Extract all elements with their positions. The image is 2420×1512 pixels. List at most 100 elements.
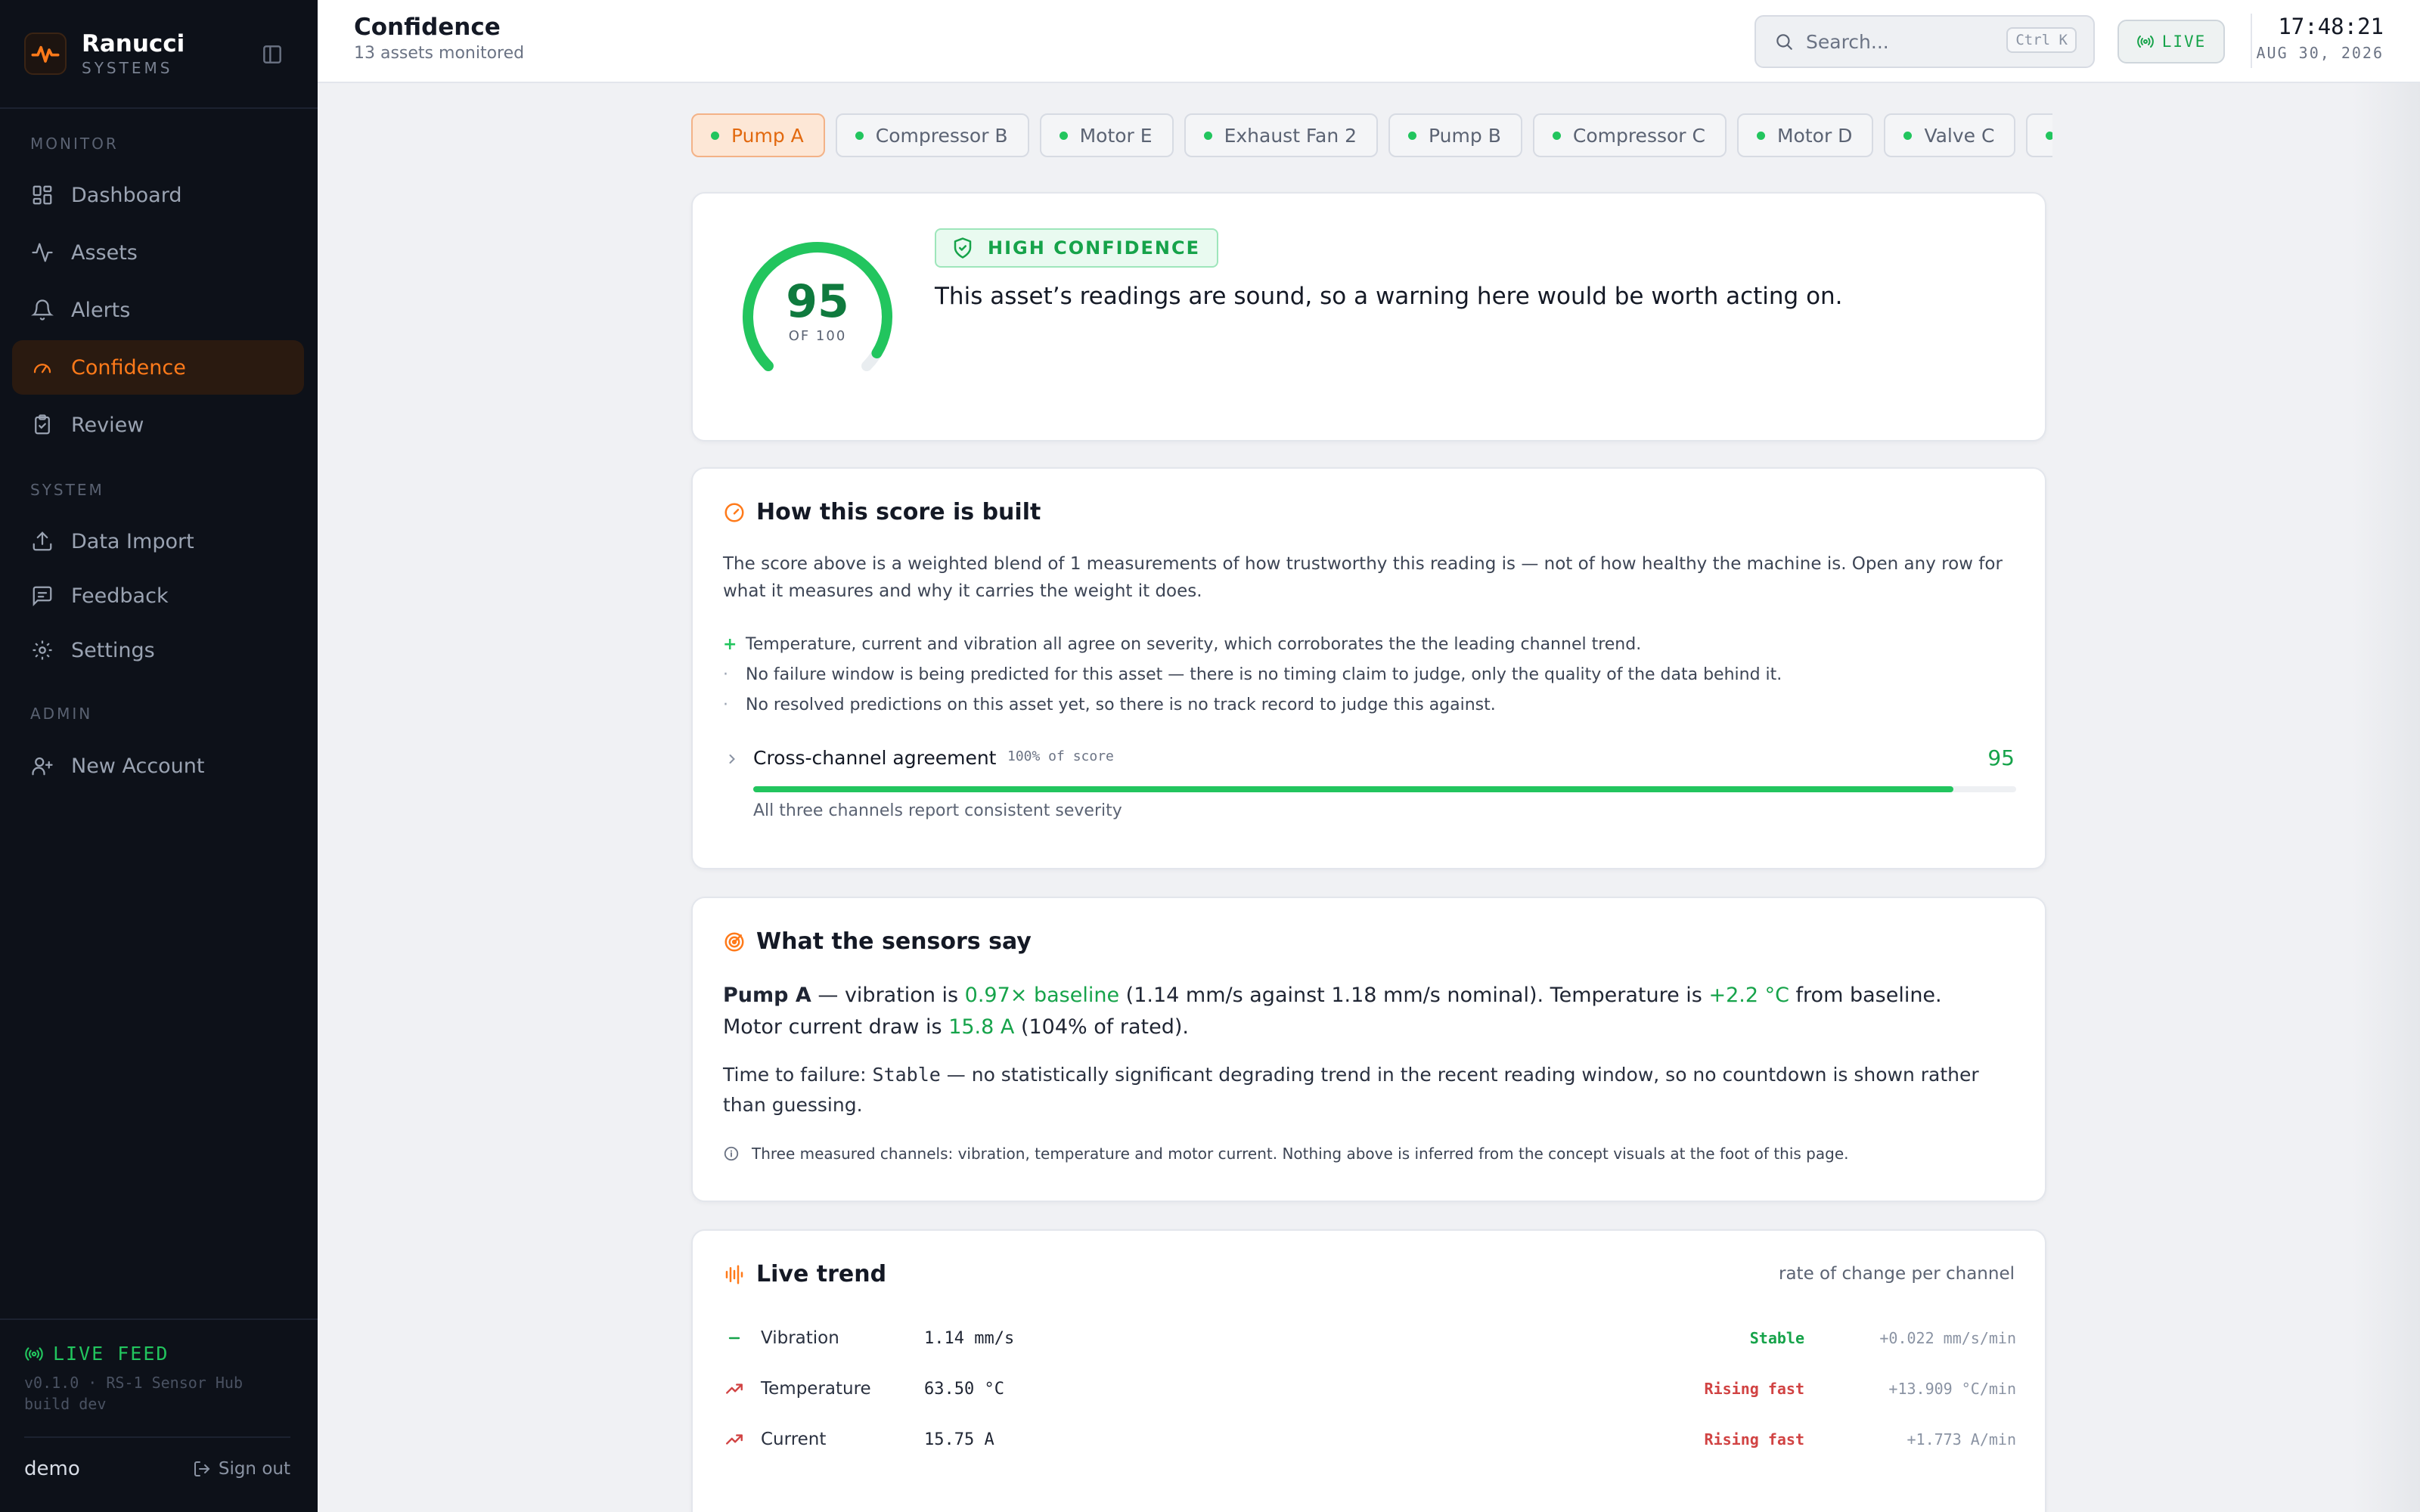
tab-compressor-c[interactable]: Compressor C — [1532, 113, 1727, 157]
page-subtitle: 13 assets monitored — [354, 44, 525, 63]
sidebar-item-confidence[interactable]: Confidence — [12, 340, 304, 395]
sidebar-item-data-import[interactable]: Data Import — [12, 514, 304, 569]
sidebar-item-label: Dashboard — [71, 183, 182, 207]
status-dot — [1059, 131, 1068, 140]
edge-fade — [2352, 83, 2420, 1512]
tab-motor-d[interactable]: Motor D — [1736, 113, 1874, 157]
trending-up-icon — [723, 1377, 746, 1400]
user-plus-icon — [30, 754, 54, 778]
brand-subtitle: SYSTEMS — [82, 59, 173, 77]
status-dot — [855, 131, 864, 140]
tab-exhaust-fan-2[interactable]: Exhaust Fan 2 — [1184, 113, 1379, 157]
pulse-logo-icon — [24, 33, 67, 75]
score-breakdown-card: How this score is built The score above … — [691, 467, 2046, 869]
score-card: 95 OF 100 HIGH CONFIDENCE This asset’s r… — [691, 192, 2046, 442]
trend-rate: +0.022 mm/s/min — [1879, 1329, 2016, 1347]
bullet-text: No resolved predictions on this asset ye… — [746, 695, 1496, 714]
status-dot — [2046, 131, 2052, 140]
tab-compressor-b[interactable]: Compressor B — [835, 113, 1029, 157]
factor-bar — [753, 786, 2016, 792]
score-of-label: OF 100 — [788, 328, 847, 344]
live-feed-label: LIVE FEED — [53, 1343, 169, 1365]
dashboard-icon — [30, 183, 54, 207]
section-label-monitor: MONITOR — [30, 135, 119, 153]
tab-label: Valve C — [1924, 124, 1995, 147]
waveform-icon — [725, 1265, 743, 1284]
sidebar-item-settings[interactable]: Settings — [12, 623, 304, 677]
trend-row: Vibration 1.14 mm/s Stable +0.022 mm/s/m… — [723, 1323, 2016, 1353]
trend-value: 1.14 mm/s — [924, 1328, 1015, 1348]
summary-text: (1.14 mm/s against 1.18 mm/s nominal). T… — [1119, 984, 1709, 1007]
list-item: + Temperature, current and vibration all … — [723, 629, 2016, 659]
search-shortcut: Ctrl K — [2006, 27, 2077, 53]
asset-name: Pump A — [723, 984, 811, 1007]
search-input[interactable]: Search... Ctrl K — [1754, 15, 2095, 68]
status-dot — [1756, 131, 1765, 140]
vibration-ratio: 0.97× baseline — [964, 984, 1120, 1007]
dot-icon: · — [723, 695, 728, 714]
logout-icon — [194, 1461, 210, 1476]
sidebar-item-assets[interactable]: Assets — [12, 225, 304, 280]
brand-name: Ranucci — [82, 30, 185, 57]
info-note: Three measured channels: vibration, temp… — [723, 1145, 1848, 1163]
sign-out-button[interactable]: Sign out — [193, 1459, 290, 1479]
temperature-delta: +2.2 °C — [1708, 984, 1789, 1007]
sensors-card: What the sensors say Pump A — vibration … — [691, 897, 2046, 1202]
header-divider — [2251, 14, 2252, 68]
sidebar-item-dashboard[interactable]: Dashboard — [12, 168, 304, 222]
gauge-icon — [724, 503, 744, 522]
status-dot — [1408, 131, 1417, 140]
info-note-text: Three measured channels: vibration, temp… — [752, 1145, 1849, 1163]
trend-row: Current 15.75 A Rising fast +1.773 A/min — [723, 1424, 2016, 1455]
live-badge: LIVE — [2118, 20, 2225, 64]
asset-tabs: Pump A Compressor B Motor E Exhaust Fan 2 Pu… — [691, 113, 2052, 160]
summary-text: (104% of rated). — [1014, 1015, 1189, 1039]
sign-out-label: Sign out — [218, 1459, 290, 1479]
tab-label: Pump A — [731, 124, 804, 147]
list-item: · No failure window is being predicted fo… — [723, 659, 2016, 689]
trend-caption: rate of change per channel — [1779, 1264, 2015, 1284]
sidebar-item-label: Data Import — [71, 529, 194, 553]
info-icon — [724, 1146, 739, 1161]
clock-time: 17:48:21 — [2278, 14, 2384, 39]
ttf-value: Stable — [872, 1064, 941, 1086]
bullet-text: No failure window is being predicted for… — [746, 665, 1782, 684]
sidebar-item-label: Confidence — [71, 355, 186, 380]
dot-icon: · — [723, 665, 728, 684]
clock-date: AUG 30, 2026 — [2256, 44, 2384, 62]
status-dot — [1903, 131, 1913, 140]
live-feed-indicator: LIVE FEED — [24, 1343, 293, 1365]
trend-rate: +13.909 °C/min — [1888, 1380, 2016, 1398]
brand: Ranucci SYSTEMS — [0, 0, 318, 109]
sidebar-item-new-account[interactable]: New Account — [12, 739, 304, 793]
search-icon — [1776, 34, 1792, 50]
page-title: Confidence — [354, 14, 501, 41]
card-title: How this score is built — [756, 499, 1041, 525]
plus-icon: + — [723, 634, 737, 654]
factor-bar-fill — [753, 786, 1953, 792]
clipboard-check-icon — [30, 413, 54, 437]
tab-pump-a[interactable]: Pump A — [691, 113, 825, 157]
live-trend-card: Live trend rate of change per channel Vi… — [691, 1229, 2046, 1512]
factor-name[interactable]: Cross-channel agreement — [753, 747, 996, 769]
tab-label: Pump B — [1429, 124, 1501, 147]
tab-overflow[interactable]: V — [2026, 113, 2052, 157]
badge-label: HIGH CONFIDENCE — [988, 237, 1200, 259]
sidebar-item-label: Settings — [71, 638, 155, 662]
tab-motor-e[interactable]: Motor E — [1039, 113, 1174, 157]
sidebar-item-alerts[interactable]: Alerts — [12, 283, 304, 337]
tab-valve-c[interactable]: Valve C — [1884, 113, 2016, 157]
trend-value: 15.75 A — [924, 1430, 994, 1449]
trend-status: Rising fast — [1704, 1430, 1804, 1448]
section-label-admin: ADMIN — [30, 705, 93, 723]
radar-icon — [724, 932, 744, 951]
bullet-text: Temperature, current and vibration all a… — [746, 634, 1642, 654]
sidebar-item-review[interactable]: Review — [12, 398, 304, 452]
sidebar-item-feedback[interactable]: Feedback — [12, 569, 304, 623]
chevron-right-icon[interactable] — [724, 751, 740, 767]
tab-pump-b[interactable]: Pump B — [1388, 113, 1522, 157]
sidebar-item-label: Review — [71, 413, 144, 437]
user-row: demo Sign out — [24, 1436, 290, 1480]
sidebar-collapse-icon[interactable] — [260, 42, 284, 67]
status-dot — [1203, 131, 1212, 140]
